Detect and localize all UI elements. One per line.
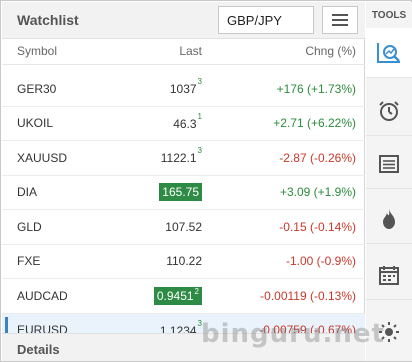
last-price-value: 46.3 — [173, 116, 197, 131]
watermark: binguru.net — [201, 319, 385, 349]
tool-calendar[interactable] — [366, 250, 412, 300]
watchlist-header: Watchlist — [2, 2, 365, 39]
row-symbol: DIA — [17, 185, 38, 200]
column-last[interactable]: Last — [179, 44, 202, 58]
watchlist-panel: Watchlist Symbol Last Chng (%) GER30 1037… — [2, 2, 365, 361]
column-headers: Symbol Last Chng (%) — [2, 39, 365, 65]
row-symbol: XAUUSD — [17, 150, 68, 165]
column-symbol[interactable]: Symbol — [17, 44, 57, 58]
watchlist-row[interactable]: AUDCAD 0.9451 2 -0.00119 (-0.13%) — [2, 279, 365, 314]
news-list-icon — [379, 154, 399, 173]
last-price-pip: 3 — [197, 77, 202, 87]
watchlist-row[interactable]: GLD 107.52 -0.15 (-0.14%) — [2, 210, 365, 245]
tools-sidebar: TOOLS — [366, 2, 412, 361]
row-symbol: AUDCAD — [17, 288, 68, 303]
tool-alerts[interactable] — [366, 86, 412, 136]
row-symbol: GLD — [17, 219, 42, 234]
last-price-value: 107.52 — [165, 219, 202, 234]
last-price-value: 1037 — [169, 82, 197, 97]
row-last-price: 107.52 — [165, 210, 202, 244]
last-price-pip: 1 — [197, 111, 202, 121]
tool-chart-search[interactable] — [366, 28, 412, 78]
watchlist-rows: GER30 10373 +176 (+1.73%) UKOIL 46.31 +2.71 (… — [2, 72, 365, 348]
row-last-price: 10373 — [170, 72, 202, 106]
flame-icon — [383, 208, 395, 229]
app-window: Watchlist Symbol Last Chng (%) GER30 1037… — [0, 0, 412, 362]
row-change: -0.00119 (-0.13%) — [260, 288, 356, 303]
list-menu-button[interactable] — [322, 6, 358, 34]
details-label: Details — [17, 342, 60, 357]
row-symbol: UKOIL — [17, 116, 54, 131]
row-last-price: 165.75 — [159, 176, 202, 210]
row-symbol: GER30 — [17, 81, 57, 96]
row-last-price: 46.31 — [173, 107, 202, 141]
last-price-pip: 3 — [197, 146, 202, 156]
last-price-value: 1122.1 — [160, 151, 197, 166]
tool-news[interactable] — [366, 139, 412, 189]
last-price-pip: 2 — [194, 287, 199, 297]
watchlist-row[interactable]: UKOIL 46.31 +2.71 (+6.22%) — [2, 107, 365, 141]
row-change: +2.71 (+6.22%) — [273, 116, 356, 131]
watchlist-row[interactable]: GER30 10373 +176 (+1.73%) — [2, 72, 365, 107]
row-last-price: 0.9451 2 — [153, 279, 202, 313]
row-change: +176 (+1.73%) — [276, 81, 356, 96]
watchlist-row[interactable]: FXE 110.22 -1.00 (-0.9%) — [2, 245, 365, 279]
row-last-price: 110.22 — [166, 245, 202, 279]
row-change: -2.87 (-0.26%) — [279, 150, 356, 165]
calendar-icon — [379, 265, 399, 285]
symbol-search-input[interactable] — [218, 6, 314, 34]
watchlist-title: Watchlist — [17, 12, 79, 28]
watchlist-row[interactable]: DIA 165.75 +3.09 (+1.9%) — [2, 176, 365, 210]
column-change[interactable]: Chng (%) — [305, 44, 356, 58]
tool-hotlists[interactable] — [366, 194, 412, 244]
list-icon — [332, 14, 348, 26]
last-price-value: 165.75 — [162, 185, 199, 200]
row-symbol: FXE — [17, 254, 41, 269]
tools-label: TOOLS — [371, 10, 407, 21]
row-last-price: 1122.13 — [161, 141, 202, 175]
alarm-clock-icon — [379, 100, 399, 121]
watchlist-row[interactable]: XAUUSD 1122.13 -2.87 (-0.26%) — [2, 141, 365, 176]
row-change: +3.09 (+1.9%) — [279, 185, 356, 200]
last-price-value: 0.9451 — [156, 288, 194, 303]
last-price-value: 110.22 — [166, 254, 202, 269]
chart-search-icon — [377, 42, 400, 63]
row-change: -1.00 (-0.9%) — [285, 254, 356, 269]
row-change: -0.15 (-0.14%) — [279, 219, 356, 234]
